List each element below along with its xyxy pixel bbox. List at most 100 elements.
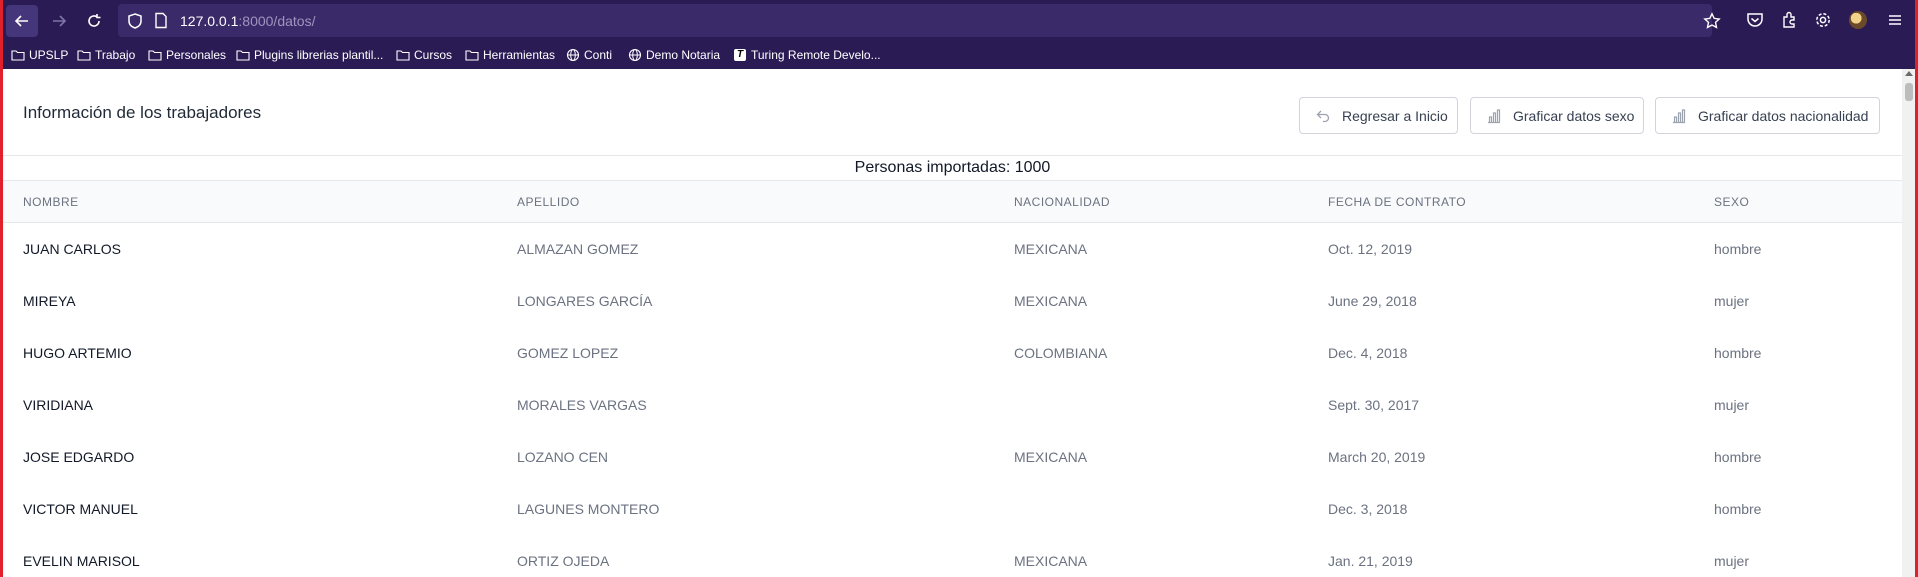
graficar-sexo-button[interactable]: Graficar datos sexo bbox=[1470, 97, 1644, 134]
folder-icon bbox=[148, 50, 162, 61]
cell-sexo: hombre bbox=[1714, 501, 1762, 517]
url-bar[interactable]: 127.0.0.1:8000/datos/ bbox=[118, 4, 1721, 37]
column-header-nacionalidad: NACIONALIDAD bbox=[1014, 195, 1111, 209]
profile-avatar-icon[interactable] bbox=[1849, 11, 1867, 29]
column-header-sexo: SEXO bbox=[1714, 195, 1750, 209]
bookmarks-bar: UPSLP Trabajo Personales Plugins libreri… bbox=[0, 41, 1918, 69]
folder-icon bbox=[11, 50, 25, 61]
bookmark-upslp[interactable]: UPSLP bbox=[11, 47, 68, 63]
cell-fecha: June 29, 2018 bbox=[1328, 293, 1417, 309]
bookmark-plugins[interactable]: Plugins librerias plantil... bbox=[236, 47, 383, 63]
arrow-left-icon bbox=[14, 15, 28, 27]
cell-apellido: LOZANO CEN bbox=[517, 449, 609, 465]
table-row: JUAN CARLOS ALMAZAN GOMEZ MEXICANA Oct. … bbox=[3, 224, 1902, 276]
extensions-icon[interactable] bbox=[1780, 11, 1798, 29]
cell-fecha: March 20, 2019 bbox=[1328, 449, 1426, 465]
cell-nombre: JUAN CARLOS bbox=[23, 241, 122, 257]
regresar-inicio-button[interactable]: Regresar a Inicio bbox=[1299, 97, 1458, 134]
table-row: EVELIN MARISOL ORTIZ OJEDA MEXICANA Jan.… bbox=[3, 536, 1902, 577]
cell-fecha: Oct. 12, 2019 bbox=[1328, 241, 1413, 257]
bookmark-label: Conti bbox=[584, 48, 613, 62]
menu-icon[interactable] bbox=[1886, 11, 1904, 29]
graficar-nacionalidad-button[interactable]: Graficar datos nacionalidad bbox=[1655, 97, 1880, 134]
page-content: Información de los trabajadores Regresar… bbox=[3, 69, 1902, 577]
forward-button[interactable] bbox=[43, 5, 75, 37]
cell-sexo: hombre bbox=[1714, 345, 1762, 361]
arrow-right-icon bbox=[53, 15, 67, 27]
column-header-nombre: NOMBRE bbox=[23, 195, 79, 209]
cell-nombre: VIRIDIANA bbox=[23, 397, 94, 413]
bookmark-label: Demo Notaria bbox=[646, 48, 721, 62]
cell-nombre: MIREYA bbox=[23, 293, 76, 309]
cell-nombre: VICTOR MANUEL bbox=[23, 501, 138, 517]
scrollbar-thumb[interactable] bbox=[1905, 83, 1913, 101]
bookmark-cursos[interactable]: Cursos bbox=[396, 47, 452, 63]
bar-chart-icon bbox=[1488, 108, 1501, 123]
cell-fecha: Jan. 21, 2019 bbox=[1328, 553, 1413, 569]
cell-sexo: mujer bbox=[1714, 293, 1750, 309]
table-row: VICTOR MANUEL LAGUNES MONTERO Dec. 3, 20… bbox=[3, 484, 1902, 536]
cell-sexo: hombre bbox=[1714, 241, 1762, 257]
bookmark-demo-notaria[interactable]: Demo Notaria bbox=[628, 47, 720, 63]
cell-apellido: MORALES VARGAS bbox=[517, 397, 647, 413]
button-label: Graficar datos sexo bbox=[1513, 107, 1635, 124]
undo-arrow-icon bbox=[1316, 110, 1330, 122]
table-row: HUGO ARTEMIO GOMEZ LOPEZ COLOMBIANA Dec.… bbox=[3, 328, 1902, 380]
cell-nombre: JOSE EDGARDO bbox=[23, 449, 135, 465]
cell-fecha: Sept. 30, 2017 bbox=[1328, 397, 1420, 413]
pocket-icon[interactable] bbox=[1746, 11, 1764, 29]
folder-icon bbox=[236, 50, 250, 61]
bookmark-herramientas[interactable]: Herramientas bbox=[465, 47, 555, 63]
column-header-apellido: APELLIDO bbox=[517, 195, 580, 209]
cell-fecha: Dec. 3, 2018 bbox=[1328, 501, 1408, 517]
reload-button[interactable] bbox=[78, 5, 110, 37]
header-divider bbox=[3, 155, 1902, 156]
bookmark-star-icon[interactable] bbox=[1703, 12, 1721, 30]
bookmark-turing[interactable]: T Turing Remote Develo... bbox=[734, 47, 881, 63]
settings-gear-icon[interactable] bbox=[1814, 11, 1832, 29]
bookmark-label: Plugins librerias plantil... bbox=[254, 48, 384, 62]
url-text[interactable]: 127.0.0.1:8000/datos/ bbox=[180, 13, 315, 29]
button-label: Regresar a Inicio bbox=[1342, 107, 1448, 124]
globe-icon bbox=[566, 48, 580, 62]
back-button[interactable] bbox=[6, 5, 38, 37]
cell-nacionalidad: MEXICANA bbox=[1014, 449, 1088, 465]
page-icon[interactable] bbox=[153, 12, 169, 29]
bookmark-label: UPSLP bbox=[29, 48, 69, 62]
reload-icon bbox=[88, 14, 101, 27]
bookmark-label: Cursos bbox=[414, 48, 453, 62]
page-scrollbar[interactable] bbox=[1902, 69, 1915, 577]
bookmark-label: Herramientas bbox=[483, 48, 556, 62]
cell-nacionalidad: COLOMBIANA bbox=[1014, 345, 1108, 361]
globe-icon bbox=[628, 48, 642, 62]
table-row: JOSE EDGARDO LOZANO CEN MEXICANA March 2… bbox=[3, 432, 1902, 484]
url-host: 127.0.0.1 bbox=[180, 13, 239, 29]
cell-sexo: mujer bbox=[1714, 553, 1750, 569]
column-header-fecha: FECHA DE CONTRATO bbox=[1328, 195, 1467, 209]
cell-nacionalidad: MEXICANA bbox=[1014, 553, 1088, 569]
cell-apellido: LAGUNES MONTERO bbox=[517, 501, 660, 517]
browser-toolbar: 127.0.0.1:8000/datos/ bbox=[0, 0, 1918, 41]
bookmark-conti[interactable]: Conti bbox=[566, 47, 612, 63]
turing-icon: T bbox=[734, 49, 746, 61]
bookmark-label: Trabajo bbox=[95, 48, 136, 62]
cell-apellido: ORTIZ OJEDA bbox=[517, 553, 610, 569]
cell-nombre: EVELIN MARISOL bbox=[23, 553, 140, 569]
cell-sexo: hombre bbox=[1714, 449, 1762, 465]
cell-fecha: Dec. 4, 2018 bbox=[1328, 345, 1408, 361]
cell-apellido: ALMAZAN GOMEZ bbox=[517, 241, 639, 257]
folder-icon bbox=[396, 50, 410, 61]
shield-icon[interactable] bbox=[126, 12, 144, 30]
table-row: MIREYA LONGARES GARCÍA MEXICANA June 29,… bbox=[3, 276, 1902, 328]
bookmark-trabajo[interactable]: Trabajo bbox=[77, 47, 135, 63]
bookmark-personales[interactable]: Personales bbox=[148, 47, 226, 63]
cell-nacionalidad: MEXICANA bbox=[1014, 293, 1088, 309]
cell-nombre: HUGO ARTEMIO bbox=[23, 345, 132, 361]
window-frame-left bbox=[0, 0, 3, 577]
scroll-up-arrow-icon[interactable] bbox=[1905, 71, 1913, 76]
import-count: Personas importadas: 1000 bbox=[854, 159, 1051, 176]
cell-apellido: LONGARES GARCÍA bbox=[517, 293, 653, 309]
bookmark-label: Turing Remote Develo... bbox=[751, 48, 881, 62]
url-path: :8000/datos/ bbox=[238, 13, 316, 29]
folder-icon bbox=[77, 50, 91, 61]
